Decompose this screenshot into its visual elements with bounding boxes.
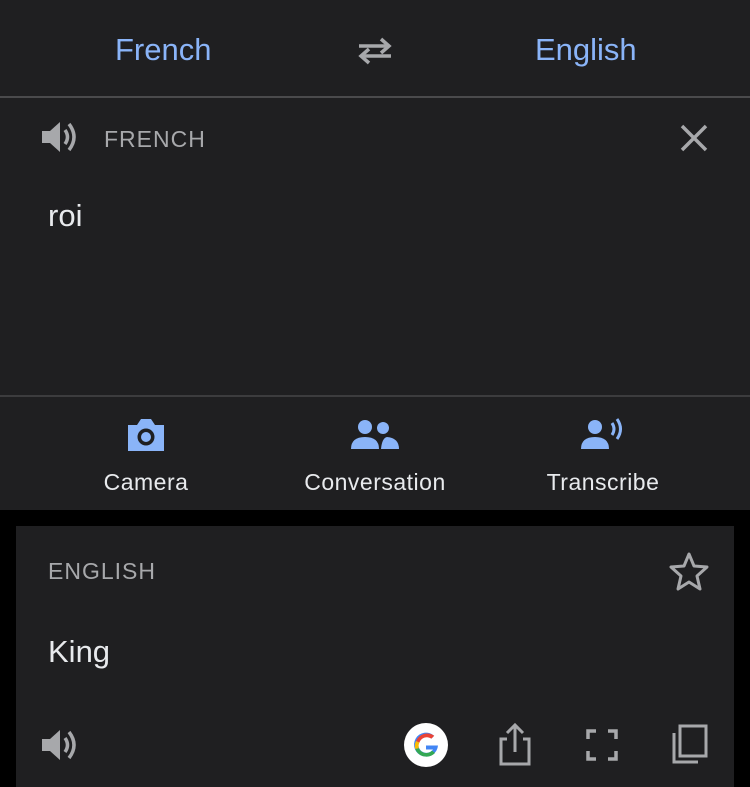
- star-icon[interactable]: [668, 550, 710, 592]
- language-bar: French English: [0, 0, 750, 98]
- transcribe-button[interactable]: Transcribe: [493, 397, 713, 512]
- target-language-caption: ENGLISH: [48, 558, 156, 584]
- swap-arrows-icon[interactable]: [354, 32, 396, 68]
- google-search-icon[interactable]: [403, 722, 449, 768]
- source-language-button[interactable]: French: [115, 28, 211, 72]
- conversation-button[interactable]: Conversation: [265, 397, 485, 512]
- camera-button[interactable]: Camera: [36, 397, 256, 512]
- source-language-caption: FRENCH: [104, 126, 206, 152]
- copy-icon[interactable]: [666, 722, 712, 768]
- conversation-label: Conversation: [304, 469, 446, 495]
- close-icon[interactable]: [674, 118, 714, 158]
- transcribe-icon: [581, 418, 622, 449]
- share-icon[interactable]: [492, 722, 538, 768]
- fullscreen-icon[interactable]: [579, 722, 625, 768]
- camera-label: Camera: [103, 469, 189, 495]
- transcribe-label: Transcribe: [546, 469, 660, 495]
- target-language-button[interactable]: English: [535, 28, 637, 72]
- translation-result-card: ENGLISH King: [16, 526, 734, 787]
- conversation-icon: [351, 420, 399, 449]
- camera-icon: [128, 419, 164, 451]
- speaker-icon[interactable]: [38, 722, 84, 768]
- input-panel: FRENCH roi: [0, 98, 750, 395]
- translation-text: King: [48, 634, 111, 669]
- speaker-icon[interactable]: [38, 116, 80, 158]
- source-text-input[interactable]: roi: [48, 198, 82, 234]
- tools-row: Camera Conversation Transcribe: [0, 395, 750, 510]
